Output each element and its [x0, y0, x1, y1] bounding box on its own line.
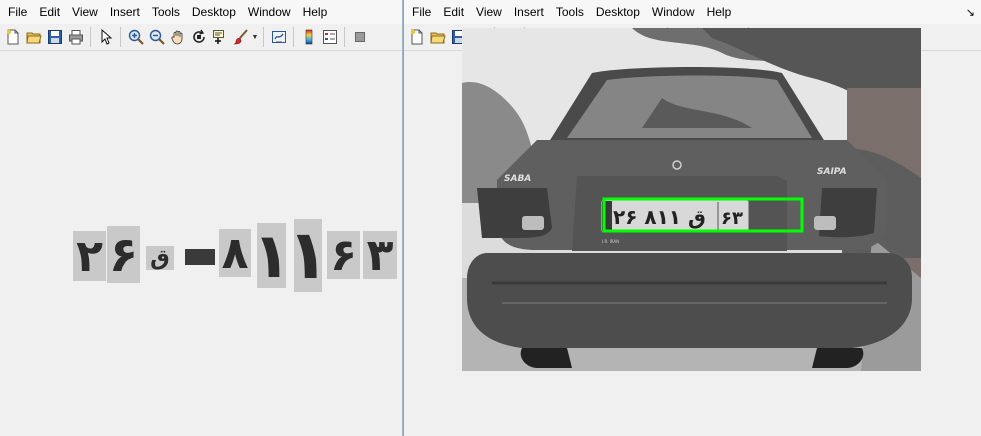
legend-icon — [322, 30, 337, 44]
zoom-out-button[interactable] — [146, 27, 167, 48]
segmented-char: ۲ — [73, 231, 106, 281]
segmented-char: ۱ — [294, 219, 322, 292]
link-plot-button[interactable] — [268, 27, 289, 48]
hide-plot-tools-icon — [354, 32, 365, 42]
toolbar-separator — [293, 27, 294, 47]
menu-help[interactable]: Help — [701, 1, 738, 23]
dock-arrow-icon[interactable]: ↘ — [966, 6, 975, 19]
car-photo-axes: SABA SAIPA ۲۶ ق ۸۱۱ ۶۳ I.R. IRAN — [462, 28, 921, 371]
menu-tools[interactable]: Tools — [550, 1, 590, 23]
plate-number: ۲۶ ق ۸۱۱ — [613, 205, 706, 229]
segmented-char: ق — [146, 246, 174, 270]
save-button[interactable] — [44, 27, 65, 48]
open-button[interactable] — [427, 27, 448, 48]
open-icon — [429, 32, 446, 44]
new-figure-icon — [6, 29, 18, 45]
data-cursor-icon — [212, 30, 224, 44]
menu-file[interactable]: File — [2, 1, 33, 23]
zoom-out-icon — [149, 29, 165, 45]
plate-country: I.R. IRAN — [602, 239, 619, 244]
pan-hand-icon — [171, 30, 182, 45]
figure-window-left: File Edit View Insert Tools Desktop Wind… — [0, 0, 402, 436]
segmented-char: ۸ — [219, 229, 251, 277]
toolbar-separator — [120, 27, 121, 47]
rotate-3d-button[interactable] — [188, 27, 209, 48]
menu-view[interactable]: View — [66, 1, 104, 23]
new-figure-button[interactable] — [406, 27, 427, 48]
pan-button[interactable] — [167, 27, 188, 48]
segmented-char: ۳ — [363, 231, 397, 279]
brush-button[interactable] — [230, 27, 251, 48]
menu-edit[interactable]: Edit — [33, 1, 66, 23]
legend-button[interactable] — [319, 27, 340, 48]
open-button[interactable] — [23, 27, 44, 48]
segmented-char: ۶ — [327, 231, 360, 279]
colorbar-button[interactable] — [298, 27, 319, 48]
menu-edit[interactable]: Edit — [437, 1, 470, 23]
colorbar-icon — [305, 29, 312, 45]
new-figure-button[interactable] — [2, 27, 23, 48]
print-button[interactable] — [65, 27, 86, 48]
save-icon — [47, 30, 62, 44]
rotate-3d-icon — [192, 29, 205, 43]
menu-desktop[interactable]: Desktop — [186, 1, 242, 23]
brush-icon — [233, 29, 248, 45]
figure-window-right: File Edit View Insert Tools Desktop Wind… — [403, 0, 981, 436]
new-figure-icon — [410, 29, 422, 45]
pointer-icon — [101, 29, 112, 45]
print-icon — [68, 30, 83, 45]
data-cursor-button[interactable] — [209, 27, 230, 48]
hide-plot-tools-button[interactable] — [349, 27, 370, 48]
plate-region-code: ۶۳ — [721, 208, 743, 229]
menu-window[interactable]: Window — [242, 1, 297, 23]
car-badge-right: SAIPA — [817, 167, 847, 177]
segmented-char: ۱ — [257, 223, 286, 288]
zoom-in-button[interactable] — [125, 27, 146, 48]
toolbar-separator — [90, 27, 91, 47]
toolbar-separator — [263, 27, 264, 47]
menu-desktop[interactable]: Desktop — [590, 1, 646, 23]
segmented-characters-canvas: ۲ ۶ ق - ۸ ۱ ۱ ۶ ۳ — [0, 51, 402, 436]
open-icon — [25, 32, 42, 44]
menu-bar: File Edit View Insert Tools Desktop Wind… — [0, 0, 402, 24]
link-plot-icon — [271, 31, 286, 43]
car-badge-left: SABA — [504, 174, 531, 184]
menu-file[interactable]: File — [406, 1, 437, 23]
menu-insert[interactable]: Insert — [104, 1, 146, 23]
edit-plot-button[interactable] — [95, 27, 116, 48]
segmented-char: ۶ — [107, 226, 140, 283]
menu-tools[interactable]: Tools — [146, 1, 186, 23]
segmented-char: - — [185, 249, 215, 265]
menu-bar: File Edit View Insert Tools Desktop Wind… — [404, 0, 981, 24]
menu-insert[interactable]: Insert — [508, 1, 550, 23]
brush-dropdown-caret[interactable]: ▼ — [251, 34, 259, 41]
menu-help[interactable]: Help — [297, 1, 334, 23]
figure-toolbar: ▼ — [0, 24, 402, 51]
car-photo: SABA SAIPA ۲۶ ق ۸۱۱ ۶۳ I.R. IRAN — [462, 28, 921, 371]
zoom-in-icon — [128, 29, 144, 45]
menu-window[interactable]: Window — [646, 1, 701, 23]
toolbar-separator — [344, 27, 345, 47]
menu-view[interactable]: View — [470, 1, 508, 23]
